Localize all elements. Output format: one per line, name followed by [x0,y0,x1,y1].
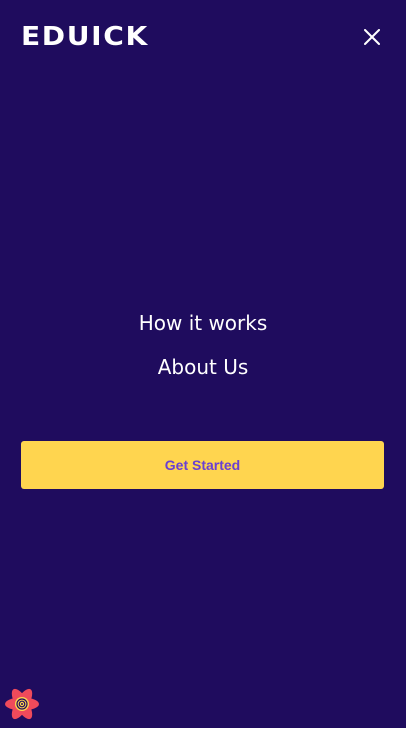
close-icon [364,29,380,45]
nav-link-how-it-works[interactable]: How it works [139,306,268,340]
react-query-devtools-icon [5,688,39,720]
get-started-label: Get Started [164,457,241,473]
get-started-button[interactable]: Get Started [21,441,384,489]
nav-link-about-us[interactable]: About Us [158,350,249,384]
devtools-toggle-button[interactable] [3,685,41,723]
logo-text: EDUICK [21,21,149,52]
mobile-nav: How it works About Us [0,306,406,394]
logo[interactable]: EDUICK [21,24,147,50]
mobile-menu-overlay: EDUICK How it works About Us Get Started [0,0,406,728]
close-menu-button[interactable] [360,25,384,49]
